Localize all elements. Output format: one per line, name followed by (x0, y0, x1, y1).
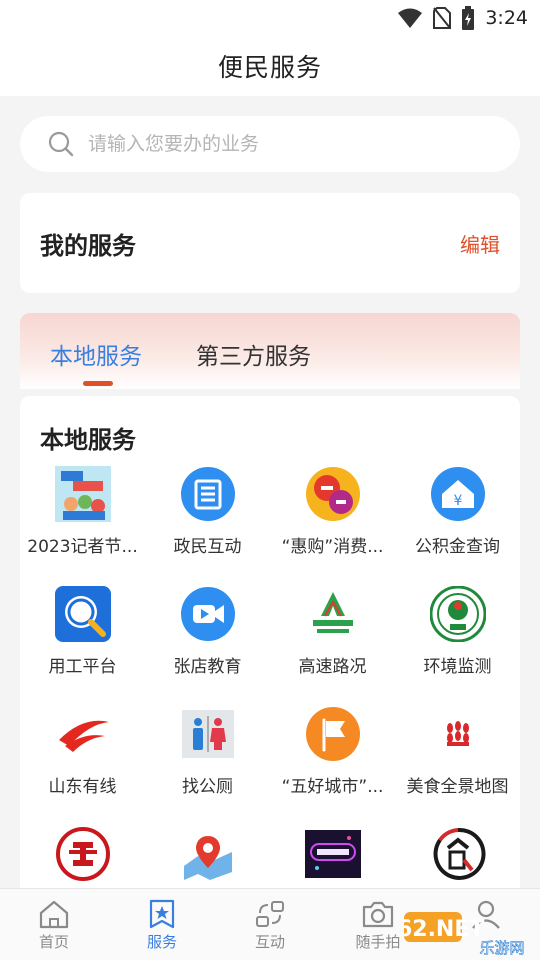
tab-third-party-services[interactable]: 第三方服务 (196, 337, 311, 371)
service-journalist-day[interactable]: 2023记者节... (20, 466, 145, 576)
no-sim-icon (433, 7, 452, 29)
services-icon (149, 899, 175, 929)
bank-icon (55, 826, 111, 882)
edit-button[interactable]: 编辑 (460, 229, 500, 258)
search-section (0, 96, 540, 180)
service-food-map[interactable]: 美食全景地图 (395, 706, 520, 816)
service-label: 2023记者节... (27, 537, 138, 557)
service-label: “惠购”消费... (281, 537, 384, 557)
housing-fund-icon: ¥ (430, 466, 486, 522)
watermark-subtext: 乐游网 (479, 939, 524, 957)
home-icon (39, 900, 69, 929)
status-bar: 3:24 (0, 0, 540, 36)
service-label: “五好城市”... (281, 777, 384, 797)
service-housing-fund[interactable]: ¥ 公积金查询 (395, 466, 520, 576)
search-bar[interactable] (20, 116, 520, 172)
service-find-toilet[interactable]: 找公厕 (145, 706, 270, 816)
food-map-icon (430, 706, 486, 762)
my-services-card: 我的服务 编辑 (20, 193, 520, 293)
hiring-icon (54, 586, 111, 642)
search-icon (48, 131, 74, 157)
service-shandong-cable[interactable]: 山东有线 (20, 706, 145, 816)
service-government-interaction[interactable]: 政民互动 (145, 466, 270, 576)
service-tabs: 本地服务 第三方服务 (20, 313, 520, 389)
page-title: 便民服务 (217, 53, 322, 82)
status-icons: 3:24 (397, 4, 528, 32)
nav-home[interactable]: 首页 (0, 889, 108, 960)
service-label: 公积金查询 (415, 537, 500, 557)
section-title: 本地服务 (40, 426, 136, 454)
neon-sign-icon (304, 826, 361, 882)
search-input[interactable] (88, 133, 448, 155)
local-services-card: 本地服务 2023记者节... 政民互动 “惠购”消费... ¥ 公积金查询 用… (20, 396, 520, 896)
service-label: 高速路况 (298, 657, 367, 677)
nav-interaction[interactable]: 互动 (216, 889, 324, 960)
map-pin-icon (180, 826, 236, 882)
nav-services[interactable]: 服务 (108, 889, 216, 960)
service-label: 美食全景地图 (406, 777, 509, 797)
service-five-good-city[interactable]: “五好城市”... (270, 706, 395, 816)
service-zhangdian-education[interactable]: 张店教育 (145, 586, 270, 696)
environment-icon (429, 586, 486, 642)
page-header: 便民服务 (0, 36, 540, 96)
my-services-title: 我的服务 (40, 231, 136, 260)
watermark-number: 962.NET (404, 917, 484, 942)
flag-icon (305, 706, 361, 762)
interaction-icon (256, 901, 284, 927)
service-expressway-status[interactable]: 高速路况 (270, 586, 395, 696)
svg-text:¥: ¥ (453, 493, 462, 509)
watermark: 962.NET 乐游网 (382, 906, 540, 958)
active-tab-indicator (83, 381, 113, 386)
shandong-cable-icon (55, 706, 111, 762)
toilet-icon (180, 706, 236, 762)
journalist-day-icon (54, 466, 111, 522)
service-label: 找公厕 (182, 777, 233, 797)
service-label: 山东有线 (48, 777, 117, 797)
nav-label: 随手拍 (355, 933, 401, 951)
video-icon (180, 586, 236, 642)
status-time: 3:24 (485, 7, 528, 29)
battery-icon (462, 6, 475, 30)
newspaper-icon (180, 466, 236, 522)
camera-icon (362, 901, 394, 928)
service-label: 环境监测 (423, 657, 492, 677)
service-huigou[interactable]: “惠购”消费... (270, 466, 395, 576)
expressway-icon (305, 586, 361, 642)
service-environment-monitoring[interactable]: 环境监测 (395, 586, 520, 696)
tab-local-services[interactable]: 本地服务 (50, 337, 142, 371)
huigou-icon (305, 466, 361, 522)
service-label: 用工平台 (48, 657, 117, 677)
nav-label: 互动 (254, 933, 285, 951)
food-logo-icon (430, 826, 486, 882)
service-label: 政民互动 (173, 537, 242, 557)
service-hiring-platform[interactable]: 用工平台 (20, 586, 145, 696)
nav-label: 服务 (146, 933, 177, 951)
service-label: 张店教育 (173, 657, 242, 677)
wifi-icon (398, 8, 423, 28)
nav-label: 首页 (38, 933, 69, 951)
